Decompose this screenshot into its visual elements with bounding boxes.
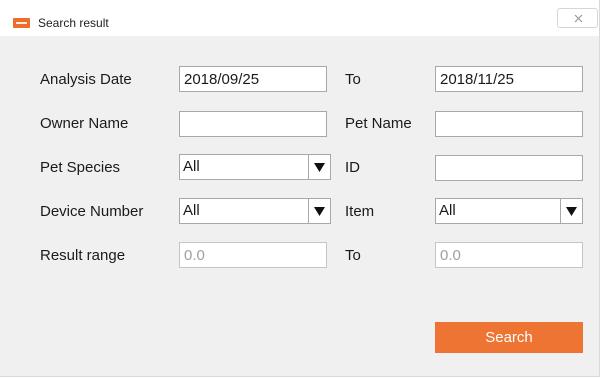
item-dropdown-button[interactable] [560, 199, 582, 223]
device-number-select[interactable]: All [179, 198, 331, 224]
app-logo-icon [13, 18, 30, 28]
analysis-date-label: Analysis Date [40, 71, 132, 88]
search-result-dialog: Search result Analysis Date To Owner Nam… [0, 0, 600, 377]
close-button[interactable] [557, 8, 598, 28]
id-input[interactable] [435, 155, 583, 181]
title-bar: Search result [0, 0, 599, 36]
owner-name-label: Owner Name [40, 115, 129, 132]
item-selected-value: All [439, 202, 456, 219]
dropdown-arrow-icon [314, 163, 325, 172]
analysis-date-to-input[interactable] [435, 66, 583, 92]
window-title: Search result [38, 16, 109, 30]
result-range-to-label: To [345, 247, 361, 264]
search-button[interactable]: Search [435, 322, 583, 353]
pet-name-label: Pet Name [345, 115, 412, 132]
close-icon [574, 14, 583, 23]
dropdown-arrow-icon [314, 207, 325, 216]
owner-name-input[interactable] [179, 111, 327, 137]
pet-name-input[interactable] [435, 111, 583, 137]
analysis-date-from-input[interactable] [179, 66, 327, 92]
analysis-date-to-label: To [345, 71, 361, 88]
pet-species-label: Pet Species [40, 159, 121, 176]
pet-species-selected-value: All [183, 158, 200, 175]
result-range-to-input[interactable] [435, 242, 583, 268]
device-number-label: Device Number [40, 203, 144, 220]
result-range-from-input[interactable] [179, 242, 327, 268]
result-range-label: Result range [40, 247, 126, 264]
id-label: ID [345, 159, 360, 176]
device-number-selected-value: All [183, 202, 200, 219]
item-select[interactable]: All [435, 198, 583, 224]
device-number-dropdown-button[interactable] [308, 199, 330, 223]
pet-species-dropdown-button[interactable] [308, 155, 330, 179]
pet-species-select[interactable]: All [179, 154, 331, 180]
item-label: Item [345, 203, 375, 220]
dropdown-arrow-icon [566, 207, 577, 216]
